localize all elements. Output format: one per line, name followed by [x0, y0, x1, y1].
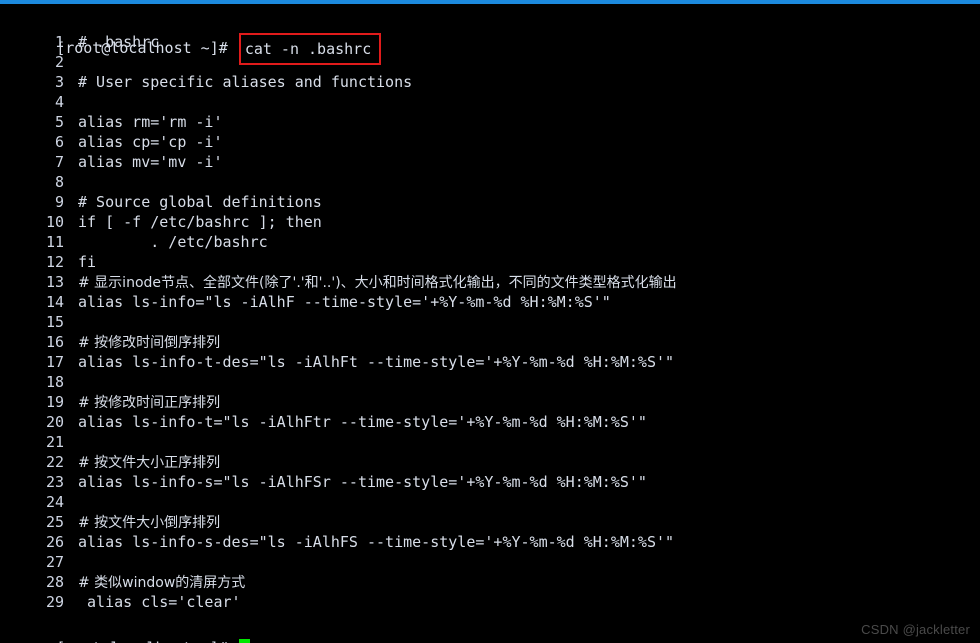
line-number: 12	[45, 253, 64, 271]
entered-command: cat -n .bashrc	[244, 40, 372, 58]
line-content: # 按文件大小正序排列	[78, 455, 221, 471]
output-line: 7 alias mv='mv -i'	[2, 152, 980, 172]
final-prompt-row[interactable]: [root@localhost ~]#	[2, 612, 980, 643]
line-content: # 按文件大小倒序排列	[78, 515, 221, 531]
line-content: # User specific aliases and functions	[78, 73, 413, 91]
line-number: 5	[54, 113, 64, 131]
line-content: # 按修改时间正序排列	[78, 395, 221, 411]
line-content: # 类似window的清屏方式	[78, 575, 246, 591]
line-number: 7	[54, 153, 64, 171]
output-line: 15	[2, 312, 980, 332]
highlighted-command-box: cat -n .bashrc	[238, 33, 382, 65]
output-line: 25 # 按文件大小倒序排列	[2, 512, 980, 532]
line-number: 6	[54, 133, 64, 151]
line-number: 13	[45, 273, 64, 291]
command-prompt-row: [root@localhost ~]# cat -n .bashrc	[2, 6, 980, 65]
line-content: alias ls-info-t-des="ls -iAlhFt --time-s…	[78, 353, 675, 371]
output-line: 4	[2, 92, 980, 112]
line-content	[64, 553, 78, 571]
line-content	[64, 433, 78, 451]
line-number: 8	[54, 173, 64, 191]
output-line: 3 # User specific aliases and functions	[2, 72, 980, 92]
shell-prompt: [root@localhost ~]#	[56, 39, 237, 57]
output-line: 6 alias cp='cp -i'	[2, 132, 980, 152]
line-number: 21	[45, 433, 64, 451]
line-number: 25	[45, 513, 64, 531]
line-content: alias ls-info-t="ls -iAlhFtr --time-styl…	[78, 413, 647, 431]
line-content: if [ -f /etc/bashrc ]; then	[78, 213, 322, 231]
line-number: 24	[45, 493, 64, 511]
line-number: 9	[54, 193, 64, 211]
output-line: 14 alias ls-info="ls -iAlhF --time-style=…	[2, 292, 980, 312]
line-content: alias ls-info="ls -iAlhF --time-style='+…	[78, 293, 611, 311]
output-line: 16 # 按修改时间倒序排列	[2, 332, 980, 352]
line-content	[64, 493, 78, 511]
output-line: 28 # 类似window的清屏方式	[2, 572, 980, 592]
line-number: 27	[45, 553, 64, 571]
output-line: 17 alias ls-info-t-des="ls -iAlhFt --time…	[2, 352, 980, 372]
line-content: alias mv='mv -i'	[78, 153, 223, 171]
output-line: 12 fi	[2, 252, 980, 272]
text-cursor	[238, 639, 250, 643]
line-number: 18	[45, 373, 64, 391]
line-number: 19	[45, 393, 64, 411]
output-line: 27	[2, 552, 980, 572]
line-number: 22	[45, 453, 64, 471]
output-line: 22 # 按文件大小正序排列	[2, 452, 980, 472]
line-content: # 按修改时间倒序排列	[78, 335, 221, 351]
output-line: 21	[2, 432, 980, 452]
line-content: alias ls-info-s="ls -iAlhFSr --time-styl…	[78, 473, 647, 491]
line-content: alias cls='clear'	[78, 593, 241, 611]
line-number: 4	[54, 93, 64, 111]
output-line: 5 alias rm='rm -i'	[2, 112, 980, 132]
line-content	[64, 93, 78, 111]
shell-prompt-final: [root@localhost ~]#	[56, 639, 237, 643]
output-line: 11 . /etc/bashrc	[2, 232, 980, 252]
output-line: 24	[2, 492, 980, 512]
output-line: 20 alias ls-info-t="ls -iAlhFtr --time-st…	[2, 412, 980, 432]
line-content	[64, 173, 78, 191]
line-content: # 显示inode节点、全部文件(除了'.'和'..')、大小和时间格式化输出，…	[78, 275, 677, 291]
line-number: 26	[45, 533, 64, 551]
line-number: 15	[45, 313, 64, 331]
line-content: . /etc/bashrc	[78, 233, 268, 251]
output-line: 18	[2, 372, 980, 392]
line-content: # Source global definitions	[78, 193, 322, 211]
line-content: fi	[78, 253, 97, 271]
line-number: 14	[45, 293, 64, 311]
output-line: 10 if [ -f /etc/bashrc ]; then	[2, 212, 980, 232]
terminal-window: [root@localhost ~]# cat -n .bashrc 1 # .b…	[0, 0, 980, 643]
line-number: 20	[45, 413, 64, 431]
output-line: 23 alias ls-info-s="ls -iAlhFSr --time-st…	[2, 472, 980, 492]
terminal-screen[interactable]: [root@localhost ~]# cat -n .bashrc 1 # .b…	[0, 4, 980, 643]
output-line: 13 # 显示inode节点、全部文件(除了'.'和'..')、大小和时间格式化输…	[2, 272, 980, 292]
output-line: 26 alias ls-info-s-des="ls -iAlhFS --time…	[2, 532, 980, 552]
line-content: alias cp='cp -i'	[78, 133, 223, 151]
watermark: CSDN @jackletter	[861, 622, 970, 637]
output-line: 19 # 按修改时间正序排列	[2, 392, 980, 412]
line-content	[64, 373, 78, 391]
command-output: 1 # .bashrc 2 3 # User specific aliases and …	[2, 32, 980, 612]
line-number: 10	[45, 213, 64, 231]
line-number: 23	[45, 473, 64, 491]
line-content: alias ls-info-s-des="ls -iAlhFS --time-s…	[78, 533, 675, 551]
line-number: 16	[45, 333, 64, 351]
line-content	[64, 313, 78, 331]
line-number: 11	[45, 233, 64, 251]
line-content: alias rm='rm -i'	[78, 113, 223, 131]
output-line: 29 alias cls='clear'	[2, 592, 980, 612]
line-number: 29	[45, 593, 64, 611]
output-line: 9 # Source global definitions	[2, 192, 980, 212]
line-number: 28	[45, 573, 64, 591]
line-number: 17	[45, 353, 64, 371]
output-line: 8	[2, 172, 980, 192]
